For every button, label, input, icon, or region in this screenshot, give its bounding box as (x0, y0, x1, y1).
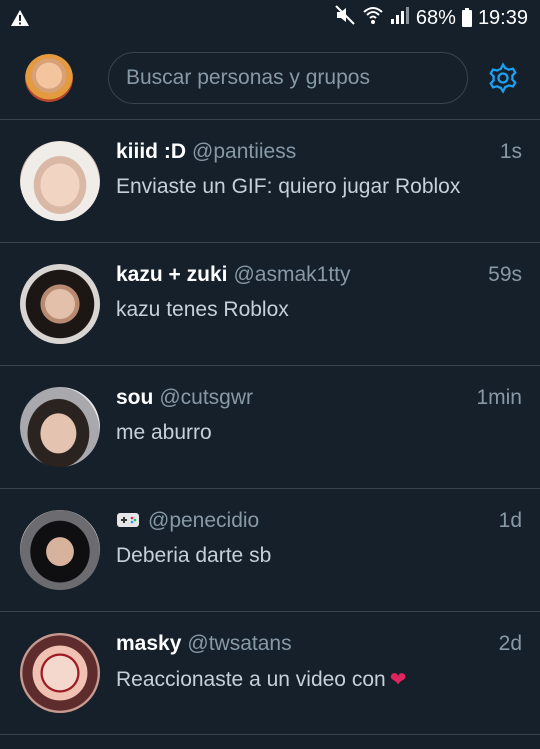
sender-handle: @cutsgwr (159, 386, 254, 409)
avatar (20, 510, 100, 590)
signal-icon (390, 5, 410, 31)
status-bar: 68% 19:39 (0, 0, 540, 36)
timestamp: 59s (488, 263, 522, 286)
message-preview: Enviaste un GIF: quiero jugar Roblox (116, 175, 461, 198)
avatar[interactable] (25, 54, 73, 102)
timestamp: 1d (498, 509, 522, 532)
clock: 19:39 (477, 6, 528, 29)
battery-icon (461, 7, 472, 27)
timestamp: 2d (498, 632, 522, 655)
avatar (20, 264, 100, 344)
sender-handle: @penecidio (148, 509, 260, 532)
list-item[interactable]: masky @twsatans 2d Reaccionaste a un vide… (0, 612, 540, 735)
search-input[interactable] (126, 66, 456, 90)
list-item[interactable]: kiiid :D @pantiiess 1s Enviaste un GIF: q… (0, 120, 540, 243)
message-preview: me aburro (116, 421, 212, 444)
top-bar (0, 36, 540, 120)
sender-name: masky (116, 632, 182, 655)
mute-icon (334, 4, 356, 32)
list-item[interactable]: @penecidio 1d Deberia darte sb (0, 489, 540, 612)
warning-icon (10, 9, 30, 32)
sender-name: kiiid :D (116, 140, 187, 163)
heart-icon: ❤ (389, 669, 407, 691)
gear-icon[interactable] (486, 61, 520, 95)
list-item[interactable]: kazu + zuki @asmak1tty 59s kazu tenes Rob… (0, 243, 540, 366)
wifi-icon (362, 4, 384, 32)
message-preview: Reaccionaste a un video con (116, 668, 386, 691)
sender-handle: @asmak1tty (233, 263, 351, 286)
avatar (20, 633, 100, 713)
sender-name: sou (116, 386, 154, 409)
sender-handle: @pantiiess (192, 140, 297, 163)
search-box[interactable] (108, 52, 468, 104)
gamepad-icon (116, 511, 140, 535)
sender-handle: @twsatans (187, 632, 292, 655)
message-preview: Deberia darte sb (116, 544, 272, 567)
message-preview: kazu tenes Roblox (116, 298, 289, 321)
avatar (20, 387, 100, 467)
sender-name: kazu + zuki (116, 263, 228, 286)
battery-percent: 68% (415, 6, 456, 29)
list-item[interactable]: sou @cutsgwr 1min me aburro (0, 366, 540, 489)
conversation-list: kiiid :D @pantiiess 1s Enviaste un GIF: q… (0, 120, 540, 735)
avatar (20, 141, 100, 221)
timestamp: 1s (499, 140, 522, 163)
timestamp: 1min (476, 386, 522, 409)
